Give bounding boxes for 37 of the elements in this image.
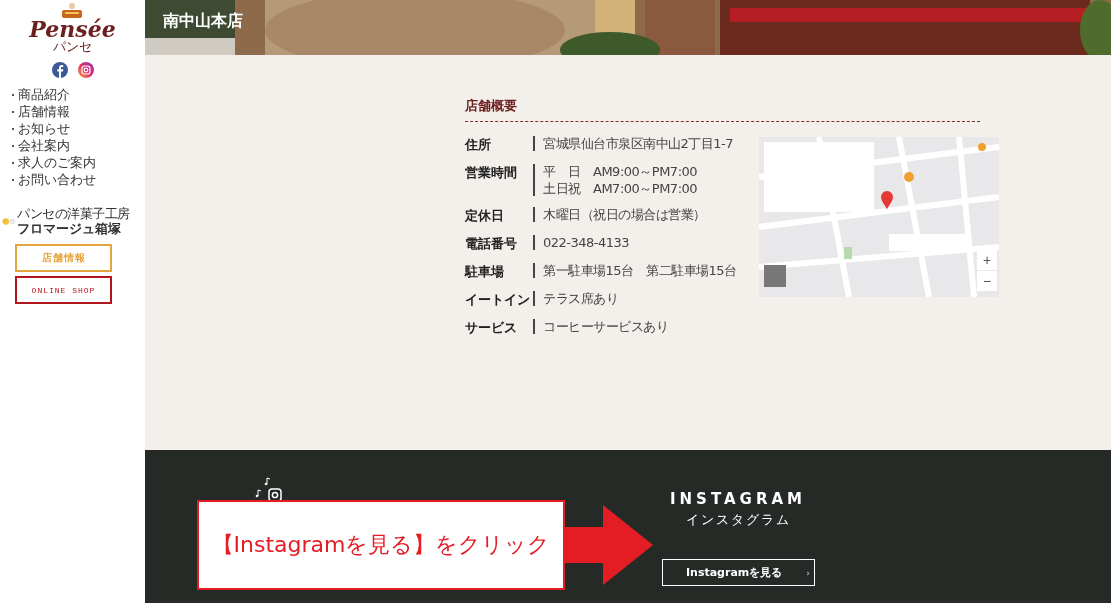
section-title: 店舗概要 (465, 97, 980, 122)
zoom-out-button[interactable]: − (977, 271, 997, 291)
nav-link[interactable]: 店舗情報 (12, 105, 96, 118)
annotation-callout: 【Instagramを見る】をクリック (197, 500, 565, 590)
field-label: 電話番号 (465, 235, 518, 252)
arrow-icon (565, 505, 653, 585)
field-label: サービス (465, 319, 518, 336)
field-label: イートイン (465, 291, 531, 308)
field-value: テラス席あり (543, 291, 618, 306)
facebook-icon[interactable] (51, 62, 68, 78)
logo-wordmark[interactable]: Pensée (29, 18, 116, 40)
field-value: コーヒーサービスあり (543, 319, 668, 334)
field-value: 平 日 AM9:00～PM7:00 (543, 164, 698, 179)
page-title: 南中山本店 (163, 11, 243, 32)
view-instagram-button[interactable]: Instagramを見る › (661, 559, 815, 586)
logo-subtitle: パンセ (53, 40, 92, 54)
nav-link[interactable]: 商品紹介 (12, 88, 96, 101)
instagram-heading: INSTAGRAM (670, 490, 806, 508)
sister-tagline: パンセの洋菓子工房 (17, 206, 130, 221)
field-value: 宮城県仙台市泉区南中山2丁目1-7 (543, 136, 733, 151)
field-label: 営業時間 (465, 164, 518, 181)
field-value: 022-348-4133 (543, 235, 630, 250)
sister-name[interactable]: フロマージュ箱塚 (17, 221, 130, 236)
field-label: 住所 (465, 136, 492, 153)
nav-link[interactable]: お知らせ (12, 122, 96, 135)
nav-link[interactable]: 会社案内 (12, 139, 96, 152)
nav-link[interactable]: 求人のご案内 (12, 156, 96, 169)
field-label: 定休日 (465, 207, 505, 224)
field-value: 木曜日（祝日の場合は営業） (543, 207, 706, 222)
field-label: 駐車場 (465, 263, 505, 280)
field-value: 第一駐車場15台 第二駐車場15台 (543, 263, 737, 278)
nav-link[interactable]: お問い合わせ (12, 173, 96, 186)
zoom-in-button[interactable]: + (977, 250, 997, 270)
online-shop-button[interactable]: ONLINE SHOP (15, 276, 112, 304)
field-value: 土日祝 AM7:00～PM7:00 (543, 181, 698, 196)
instagram-icon[interactable] (77, 62, 94, 78)
instagram-subheading: インスタグラム (685, 511, 791, 529)
